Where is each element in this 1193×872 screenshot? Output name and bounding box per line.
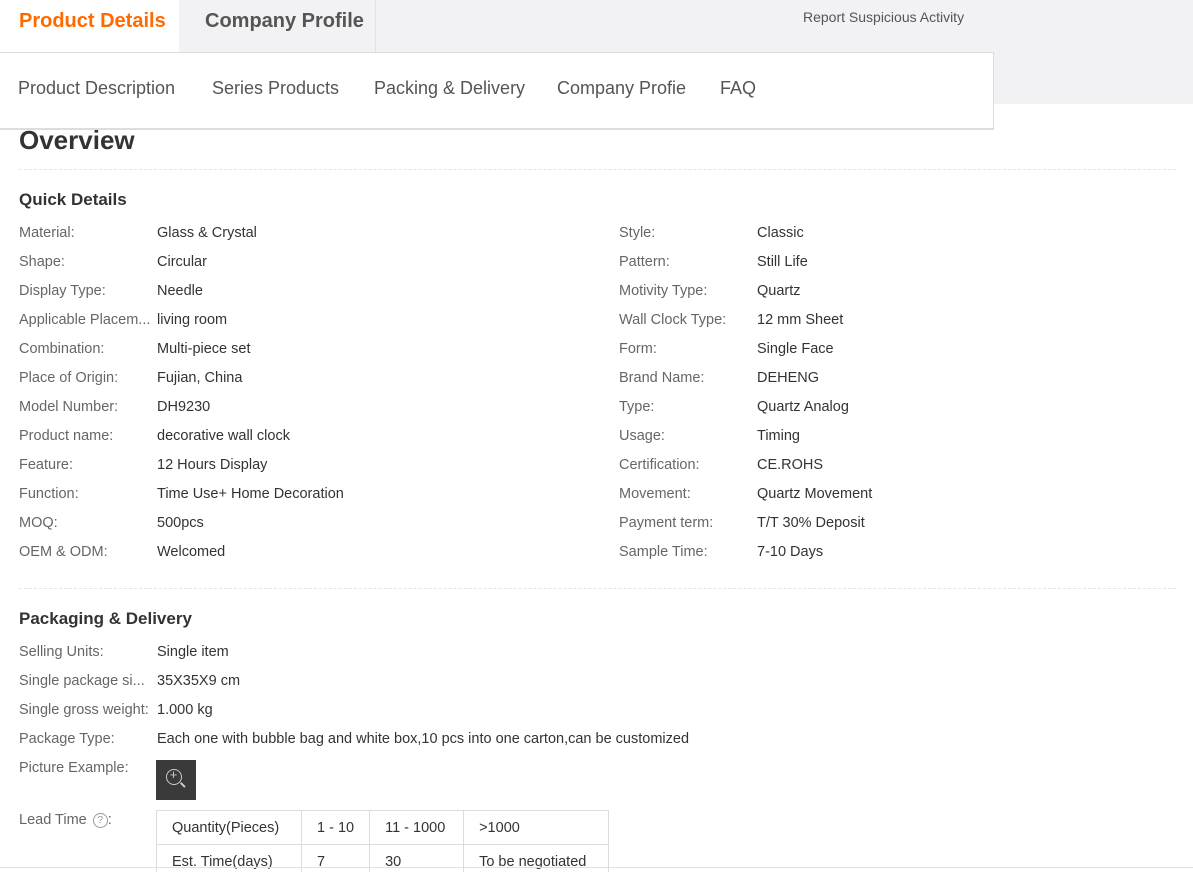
divider [19,169,1176,170]
field-label: OEM & ODM: [19,544,108,560]
field-label: Sample Time: [619,544,708,560]
table-row: Quantity(Pieces) 1 - 10 11 - 1000 >1000 [156,810,610,845]
divider [19,588,1176,589]
field-label: Place of Origin: [19,370,119,386]
subnav-company-profile[interactable]: Company Profie [557,78,686,99]
zoom-in-icon: + [166,767,182,785]
lead-time-table: Quantity(Pieces) 1 - 10 11 - 1000 >1000 … [156,810,610,872]
field-label: Applicable Placem... [19,312,151,328]
field-value: Single item [157,644,229,660]
quick-details-title: Quick Details [19,190,127,209]
field-value: Welcomed [157,544,226,560]
field-label: Picture Example: [19,760,129,776]
field-label: Product name: [19,428,114,444]
field-value: 12 Hours Display [157,457,268,473]
field-label: Model Number: [19,399,119,415]
field-value: Quartz [757,283,801,299]
field-value: Fujian, China [157,370,243,386]
packaging-delivery-title: Packaging & Delivery [19,609,192,628]
field-value: decorative wall clock [157,428,290,444]
subnav-packing-delivery[interactable]: Packing & Delivery [374,78,525,99]
field-value: Needle [157,283,203,299]
table-cell: >1000 [463,810,610,845]
lead-time-label: Lead Time ?: [19,812,112,828]
field-label: Pattern: [619,254,670,270]
field-value: living room [157,312,228,328]
field-label: Shape: [19,254,65,270]
field-label: Usage: [619,428,665,444]
field-label: Brand Name: [619,370,705,386]
field-label: Wall Clock Type: [619,312,727,328]
subnav-series-products[interactable]: Series Products [212,78,339,99]
field-label: Movement: [619,486,691,502]
field-value: DEHENG [757,370,820,386]
subnav-product-description[interactable]: Product Description [18,78,175,99]
field-label: Single gross weight: [19,702,149,718]
field-label: Certification: [619,457,700,473]
field-value: Single Face [757,341,834,357]
help-icon[interactable]: ? [92,812,108,828]
divider [0,867,1193,868]
field-value: Timing [757,428,800,444]
field-value: Quartz Analog [757,399,849,415]
table-cell: 1 - 10 [300,810,371,845]
field-value: Multi-piece set [157,341,251,357]
sub-navigation: Product Description Series Products Pack… [0,52,994,130]
field-label: Payment term: [619,515,714,531]
field-value: Time Use+ Home Decoration [157,486,344,502]
field-label: Style: [619,225,656,241]
field-value: 1.000 kg [157,702,213,718]
field-label: Package Type: [19,731,115,747]
field-value: DH9230 [157,399,211,415]
field-value: Circular [157,254,207,270]
table-cell: Quantity(Pieces) [156,810,302,845]
field-value: 35X35X9 cm [157,673,241,689]
field-label: Feature: [19,457,73,473]
field-value: Quartz Movement [757,486,873,502]
subnav-faq[interactable]: FAQ [720,78,756,99]
field-label: Display Type: [19,283,106,299]
overview-title: Overview [19,125,135,155]
field-label: Function: [19,486,79,502]
field-label: Motivity Type: [619,283,708,299]
field-value: 7-10 Days [757,544,824,560]
lead-time-text: Lead Time [19,812,87,828]
field-value: Classic [757,225,804,241]
tab-company-profile[interactable]: Company Profile [181,0,376,52]
field-label: Type: [619,399,655,415]
field-label: Combination: [19,341,105,357]
field-value: Still Life [757,254,808,270]
picture-example-thumbnail[interactable]: + [156,760,196,800]
field-value: Each one with bubble bag and white box,1… [157,731,690,747]
tab-product-details[interactable]: Product Details [0,0,179,52]
field-label: MOQ: [19,515,58,531]
field-value: 500pcs [157,515,204,531]
field-value: T/T 30% Deposit [757,515,865,531]
field-value: 12 mm Sheet [757,312,844,328]
field-label: Material: [19,225,75,241]
field-value: CE.ROHS [757,457,824,473]
field-label: Selling Units: [19,644,104,660]
field-label: Single package si... [19,673,145,689]
field-value: Glass & Crystal [157,225,257,241]
field-label: Form: [619,341,657,357]
report-suspicious-activity-link[interactable]: Report Suspicious Activity [803,9,964,25]
table-cell: 11 - 1000 [369,810,465,845]
